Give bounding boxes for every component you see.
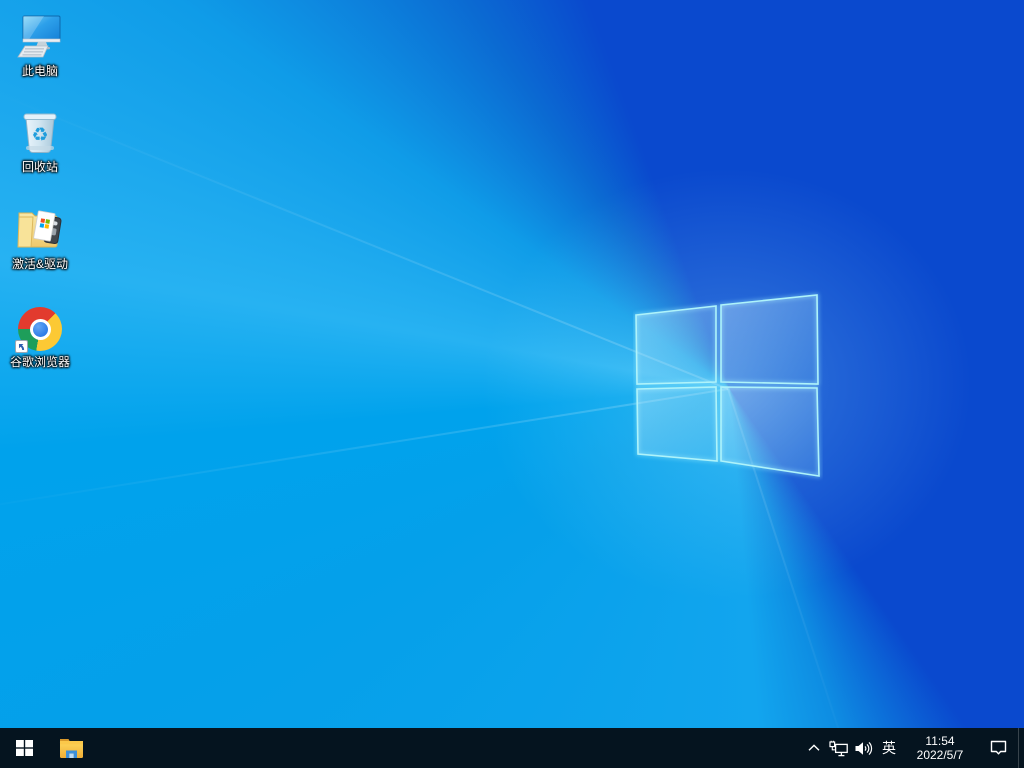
ime-label: 英 [882,740,896,756]
clock-time: 11:54 [925,734,955,748]
desktop-icon-label: 激活&驱动 [11,257,68,271]
ethernet-network-icon [829,740,848,756]
recycle-glyph: ♻ [31,125,48,146]
desktop-icon-label: 谷歌浏览器 [9,355,70,369]
wallpaper [0,0,1024,768]
shortcut-arrow-icon [15,340,28,353]
desktop: 此电脑 ♻ 回收站 激活&驱动 谷歌浏览器 英 11:54 2022/5/7 [0,0,1024,768]
desktop-icon-this-pc[interactable]: 此电脑 [1,8,79,78]
ime-language-indicator[interactable]: 英 [876,728,902,768]
open-folder-icon [14,203,66,253]
desktop-icon-activation-drivers[interactable]: 激活&驱动 [1,201,79,271]
show-hidden-icons-button[interactable] [802,728,826,768]
desktop-icon-recycle-bin[interactable]: ♻ 回收站 [1,104,79,174]
desktop-icon-label: 回收站 [21,160,58,174]
light-ray [0,88,729,390]
desktop-icon-chrome[interactable]: 谷歌浏览器 [1,299,79,369]
chrome-icon [15,301,62,353]
action-center-icon [990,740,1006,755]
light-ray [0,388,729,516]
chrome-blue-core [32,321,48,337]
file-explorer-button[interactable] [48,728,94,768]
taskbar: 英 11:54 2022/5/7 [0,728,1024,768]
start-icon [15,740,33,756]
volume-button[interactable] [851,728,876,768]
network-button[interactable] [826,728,851,768]
clock-date: 2022/5/7 [916,748,964,762]
recycle-bin-icon: ♻ [18,106,62,156]
action-center-button[interactable] [978,728,1018,768]
volume-icon [855,741,873,755]
show-desktop-button[interactable] [1018,728,1024,768]
system-tray: 英 11:54 2022/5/7 [802,728,1024,768]
desktop-icon-label: 此电脑 [21,64,58,78]
this-pc-icon [16,10,64,60]
taskbar-clock[interactable]: 11:54 2022/5/7 [902,728,978,768]
start-button[interactable] [0,728,48,768]
file-explorer-icon [59,738,83,758]
windows-logo-wallpaper [634,293,821,478]
chevron-up-icon [808,744,820,751]
